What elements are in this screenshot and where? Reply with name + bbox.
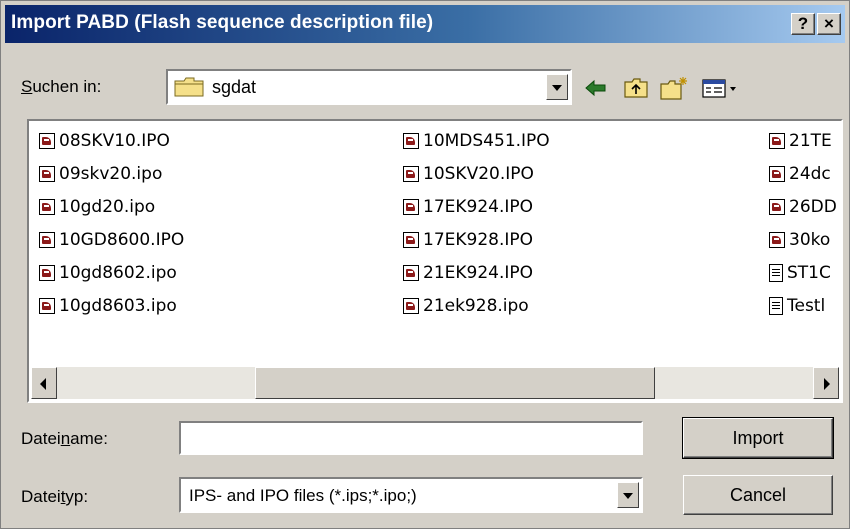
import-dialog: Import PABD (Flash sequence description … — [0, 0, 850, 529]
file-list[interactable]: 08SKV10.IPO 09skv20.ipo 10gd20.ipo 10GD8600… — [27, 119, 843, 403]
file-item[interactable]: 21TE — [769, 131, 832, 161]
file-name: 10MDS451.IPO — [423, 131, 550, 151]
folder-icon — [174, 77, 204, 97]
ipo-file-icon — [39, 166, 55, 182]
back-arrow-icon[interactable] — [583, 75, 609, 101]
file-name: 17EK928.IPO — [423, 230, 534, 250]
file-item[interactable]: 10gd8602.ipo — [39, 263, 177, 293]
ipo-file-icon — [769, 166, 785, 182]
view-menu-icon[interactable] — [701, 75, 741, 101]
ipo-file-icon — [769, 133, 785, 149]
file-item[interactable]: 10MDS451.IPO — [403, 131, 550, 161]
file-name: ST1C — [787, 263, 831, 283]
ipo-file-icon — [39, 265, 55, 281]
title-bar[interactable]: Import PABD (Flash sequence description … — [5, 5, 845, 43]
file-name: 24dc — [789, 164, 831, 184]
file-item[interactable]: Testl — [769, 296, 825, 326]
file-item[interactable]: 26DD — [769, 197, 837, 227]
file-item[interactable]: 21EK924.IPO — [403, 263, 533, 293]
file-name: 10gd8602.ipo — [59, 263, 177, 283]
filetype-value: IPS- and IPO files (*.ips;*.ipo;) — [189, 486, 417, 505]
lookin-label: Suchen in: — [21, 77, 102, 96]
file-name: 21TE — [789, 131, 832, 151]
cancel-button[interactable]: Cancel — [683, 475, 833, 515]
filename-label: Dateiname: — [21, 429, 108, 448]
file-item[interactable]: 30ko — [769, 230, 830, 260]
lookin-combo[interactable]: sgdat — [166, 69, 572, 105]
file-item[interactable]: 24dc — [769, 164, 831, 194]
help-button[interactable]: ? — [791, 13, 815, 35]
file-item[interactable]: 09skv20.ipo — [39, 164, 162, 194]
file-item[interactable]: 10GD8600.IPO — [39, 230, 184, 260]
ipo-file-icon — [39, 232, 55, 248]
horizontal-scrollbar[interactable] — [31, 367, 839, 399]
ipo-file-icon — [769, 199, 785, 215]
text-file-icon — [769, 264, 783, 282]
file-item[interactable]: ST1C — [769, 263, 831, 293]
lookin-dropdown-button[interactable] — [546, 74, 568, 100]
file-name: 17EK924.IPO — [423, 197, 534, 217]
window-title: Import PABD (Flash sequence description … — [11, 12, 434, 33]
file-item[interactable]: 21ek928.ipo — [403, 296, 529, 326]
file-name: 26DD — [789, 197, 837, 217]
lookin-value: sgdat — [212, 77, 257, 97]
import-button[interactable]: Import — [682, 417, 834, 459]
file-item[interactable]: 10gd8603.ipo — [39, 296, 177, 326]
ipo-file-icon — [39, 298, 55, 314]
ipo-file-icon — [403, 199, 419, 215]
file-name: 10SKV20.IPO — [423, 164, 534, 184]
file-name: 10GD8600.IPO — [59, 230, 185, 250]
ipo-file-icon — [39, 133, 55, 149]
close-button[interactable]: × — [817, 13, 841, 35]
file-name: Testl — [787, 296, 826, 316]
ipo-file-icon — [403, 232, 419, 248]
ipo-file-icon — [769, 232, 785, 248]
scroll-right-icon — [824, 378, 830, 390]
ipo-file-icon — [403, 298, 419, 314]
text-file-icon — [769, 297, 783, 315]
new-folder-icon[interactable] — [659, 75, 689, 101]
file-name: 21ek928.ipo — [423, 296, 529, 316]
ipo-file-icon — [403, 166, 419, 182]
file-item[interactable]: 10SKV20.IPO — [403, 164, 534, 194]
file-item[interactable]: 10gd20.ipo — [39, 197, 155, 227]
file-item[interactable]: 17EK924.IPO — [403, 197, 533, 227]
filetype-dropdown-button[interactable] — [617, 482, 639, 508]
scroll-left-icon — [40, 378, 46, 390]
ipo-file-icon — [403, 133, 419, 149]
file-item[interactable]: 08SKV10.IPO — [39, 131, 170, 161]
filetype-label: Dateityp: — [21, 487, 89, 506]
filetype-select[interactable]: IPS- and IPO files (*.ips;*.ipo;) — [179, 477, 643, 513]
file-name: 10gd20.ipo — [59, 197, 156, 217]
scroll-left-button[interactable] — [31, 367, 57, 399]
ipo-file-icon — [39, 199, 55, 215]
file-name: 09skv20.ipo — [59, 164, 163, 184]
file-name: 08SKV10.IPO — [59, 131, 170, 151]
file-name: 10gd8603.ipo — [59, 296, 177, 316]
scroll-right-button[interactable] — [813, 367, 839, 399]
scroll-thumb[interactable] — [255, 367, 655, 399]
file-name: 21EK924.IPO — [423, 263, 534, 283]
file-name: 30ko — [789, 230, 831, 250]
up-folder-icon[interactable] — [623, 75, 649, 101]
ipo-file-icon — [403, 265, 419, 281]
file-item[interactable]: 17EK928.IPO — [403, 230, 533, 260]
filename-input[interactable] — [179, 421, 643, 455]
